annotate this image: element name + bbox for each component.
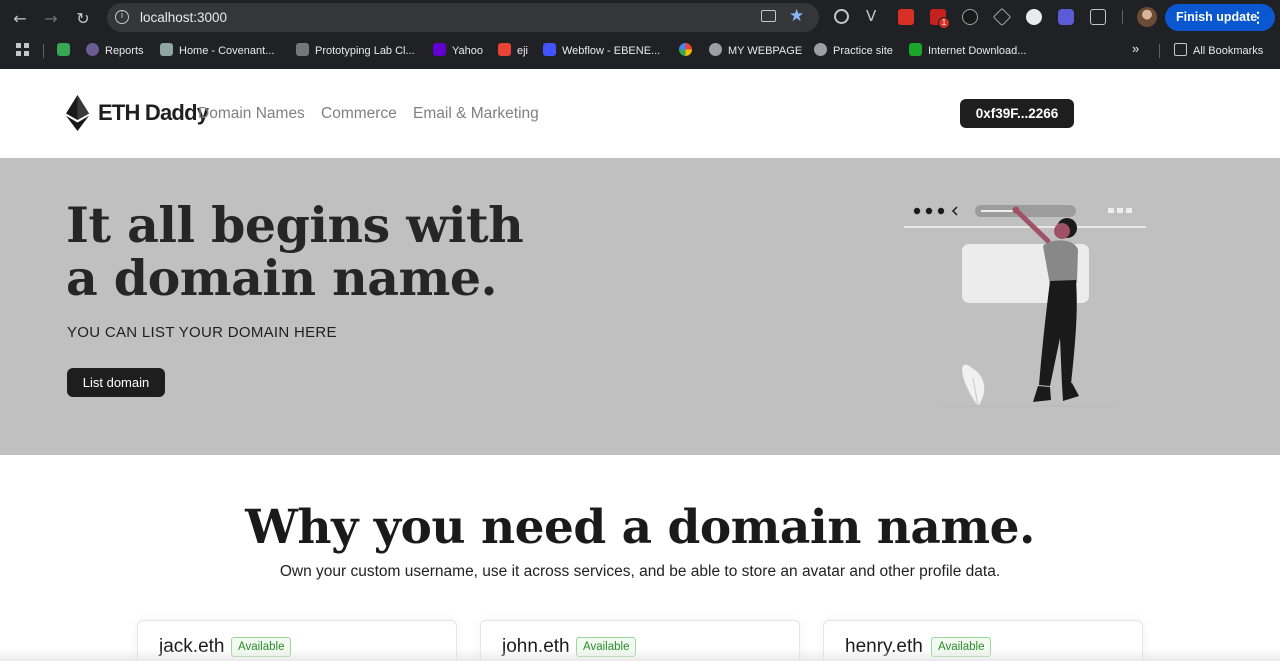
gmail-icon [498, 43, 511, 56]
wallet-address-button[interactable]: 0xf39F...2266 [960, 99, 1074, 128]
profile-avatar[interactable] [1137, 7, 1157, 27]
page-content: ETH Daddy Domain Names Commerce Email & … [0, 69, 1280, 661]
bookmark-label: MY WEBPAGE [728, 45, 803, 57]
green-square-icon [57, 43, 70, 56]
nav-link-email-marketing[interactable]: Email & Marketing [413, 105, 539, 123]
google-photos-icon [679, 43, 692, 56]
site-info-icon[interactable]: i [115, 10, 129, 24]
bookmark-yahoo[interactable]: Yahoo [433, 43, 483, 57]
bookmark-label: Home - Covenant... [179, 45, 275, 57]
why-section-title: Why you need a domain name. [245, 500, 1035, 555]
apps-grid-icon[interactable] [16, 43, 29, 59]
hero-section: It all begins with a domain name. YOU CA… [0, 158, 1280, 455]
bookmark-reports[interactable]: Reports [86, 43, 144, 57]
finish-update-label: Finish update [1176, 10, 1258, 24]
hero-title: It all begins with a domain name. [66, 196, 524, 307]
bookmarks-divider [1159, 44, 1160, 58]
bookmark-covenant[interactable]: Home - Covenant... [160, 43, 274, 57]
browser-chrome: ← → ↻ i localhost:3000 ★ V 1 Finish upda… [0, 0, 1280, 69]
hero-subtitle: YOU CAN LIST YOUR DOMAIN HERE [67, 324, 337, 341]
nav-link-commerce[interactable]: Commerce [321, 105, 397, 123]
extension-v-icon[interactable]: V [866, 9, 882, 25]
extension-angular-icon[interactable] [962, 9, 978, 25]
all-bookmarks-label: All Bookmarks [1193, 45, 1264, 57]
ethereum-logo-icon[interactable] [66, 95, 89, 131]
bookmarks-divider [43, 44, 44, 58]
browser-toolbar: ← → ↻ i localhost:3000 ★ V 1 Finish upda… [0, 0, 1280, 35]
reload-icon[interactable]: ↻ [71, 6, 95, 30]
nav-link-domain-names[interactable]: Domain Names [198, 105, 305, 123]
back-arrow-icon[interactable]: ← [8, 6, 32, 30]
prototyping-icon [296, 43, 309, 56]
globe-icon [814, 43, 827, 56]
list-domain-button[interactable]: List domain [67, 368, 165, 397]
cast-icon[interactable] [761, 10, 776, 22]
covenant-icon [160, 43, 173, 56]
extension-gear-icon[interactable] [1058, 9, 1074, 25]
address-bar[interactable]: i localhost:3000 ★ [107, 3, 819, 32]
extensions-puzzle-icon[interactable] [1090, 9, 1106, 25]
globe-icon [709, 43, 722, 56]
site-navigation: ETH Daddy Domain Names Commerce Email & … [0, 69, 1280, 158]
bookmarks-bar: Reports Home - Covenant... Prototyping L… [0, 35, 1280, 65]
bookmark-label: Reports [105, 45, 144, 57]
bookmark-prototyping[interactable]: Prototyping Lab Cl... [296, 43, 415, 57]
bookmark-practice-site[interactable]: Practice site [814, 43, 893, 57]
bookmark-google-photos[interactable] [679, 43, 698, 57]
all-bookmarks-button[interactable]: All Bookmarks [1174, 43, 1263, 57]
toolbar-divider [1122, 10, 1123, 24]
extension-notification-badge: 1 [938, 17, 950, 29]
scroll-fade [0, 649, 1280, 661]
bookmark-label: eji [517, 45, 529, 57]
browser-menu-icon[interactable]: ⋮ [1251, 4, 1265, 31]
bookmark-label: Internet Download... [928, 45, 1027, 57]
why-section-subtitle: Own your custom username, use it across … [279, 563, 1001, 580]
bookmark-internet-download[interactable]: Internet Download... [909, 43, 1026, 57]
finish-update-button[interactable]: Finish update ⋮ [1165, 4, 1275, 31]
bookmark-webflow[interactable]: Webflow - EBENE... [543, 43, 660, 57]
brand-name[interactable]: ETH Daddy [98, 100, 209, 126]
folder-icon [1174, 43, 1187, 56]
hero-illustration [904, 205, 1146, 407]
reports-icon [86, 43, 99, 56]
forward-arrow-icon[interactable]: → [39, 6, 63, 30]
extension-red-icon[interactable] [898, 9, 914, 25]
bookmark-gmail[interactable]: eji [498, 43, 528, 57]
address-url[interactable]: localhost:3000 [140, 10, 227, 25]
bookmark-label: Practice site [833, 45, 893, 57]
extension-cube-icon[interactable] [992, 7, 1012, 27]
yahoo-icon [433, 43, 446, 56]
extension-target-icon[interactable] [834, 9, 849, 24]
webflow-icon [543, 43, 556, 56]
bookmark-label: Webflow - EBENE... [562, 45, 661, 57]
idm-icon [909, 43, 922, 56]
bookmark-star-icon[interactable]: ★ [789, 6, 804, 26]
bookmark-my-webpage[interactable]: MY WEBPAGE [709, 43, 802, 57]
bookmark-label: Yahoo [452, 45, 483, 57]
extension-circle-icon[interactable] [1026, 9, 1042, 25]
bookmark-label: Prototyping Lab Cl... [315, 45, 415, 57]
more-bookmarks-icon[interactable]: » [1132, 41, 1139, 56]
bookmark-green-app[interactable] [57, 43, 76, 57]
extension-badge-icon[interactable]: 1 [930, 9, 950, 29]
